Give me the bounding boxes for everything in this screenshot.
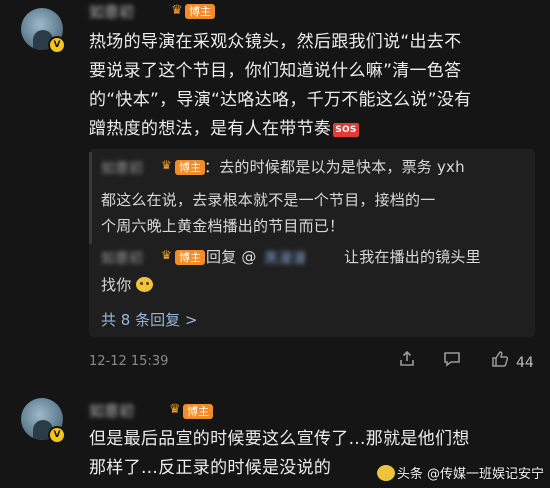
reply-text: 都这么在说，去录根本就不是一个节目，接档的一 xyxy=(101,191,436,209)
comment-text-tail: 那样了…反正录的时候是没说的 xyxy=(89,458,332,478)
comment-icon[interactable] xyxy=(443,350,461,372)
share-icon[interactable] xyxy=(398,350,416,372)
timestamp: 12-12 15:39 xyxy=(89,354,169,369)
blogger-tag: 博主 xyxy=(175,160,205,175)
blogger-tag: 博主 xyxy=(183,404,213,419)
username[interactable]: 如意初 xyxy=(89,1,134,22)
username[interactable]: 如意初 xyxy=(89,400,134,421)
reply-text: 让我在播出的镜头里 xyxy=(344,248,481,266)
like-count: 44 xyxy=(516,355,534,371)
verified-badge-icon: V xyxy=(48,36,66,54)
reply-text: 个周六晚上黄金档播出的节目而已！ xyxy=(101,217,345,235)
watermark: 头条 @传媒一班娱记安宁 xyxy=(376,463,544,482)
comment-line: 的“快本”，导演“达咯达咯，千万不能这么说”没有 xyxy=(89,90,472,110)
verified-badge-icon: V xyxy=(48,426,66,444)
comment-text: 热场的导演在采观众镜头，然后跟我们说“出去不 要说录了这个节目，你们知道说什么嘛… xyxy=(89,28,539,144)
watermark-text: 头条 @传媒一班娱记安宁 xyxy=(396,467,544,482)
comment-line: 蹭热度的想法，是有人在带节奏 SOS xyxy=(89,115,539,144)
like-icon[interactable] xyxy=(491,350,509,372)
mention-link[interactable]: 黑漫漫 xyxy=(264,248,306,268)
reply-username[interactable]: 如意初 xyxy=(101,158,143,178)
reply-text: 找你 xyxy=(101,272,154,298)
reply-username[interactable]: 如意初 xyxy=(101,248,143,268)
crown-icon: ♛ xyxy=(161,248,172,262)
crown-icon: ♛ xyxy=(161,158,172,172)
quote-bar xyxy=(89,152,92,244)
doge-emoji-icon xyxy=(136,277,154,292)
crown-icon: ♛ xyxy=(171,3,183,18)
comment-line: 热场的导演在采观众镜头，然后跟我们说“出去不 xyxy=(89,32,462,52)
comment-text: 但是最后品宣的时候要这么宣传了…那就是他们想 xyxy=(89,429,470,449)
comment-line-text: 蹭热度的想法，是有人在带节奏 xyxy=(89,119,332,139)
sos-emoji-icon: SOS xyxy=(333,123,359,137)
more-replies-link[interactable]: 共 8 条回复 > xyxy=(101,309,197,330)
blogger-tag: 博主 xyxy=(185,4,215,19)
blogger-tag: 博主 xyxy=(175,250,205,265)
comment-line: 要说录了这个节目，你们知道说什么嘛”清一色答 xyxy=(89,61,462,81)
reply-prefix: 回复 @ xyxy=(206,248,257,266)
reply-text-tail: 找你 xyxy=(101,276,132,294)
comment-text: 那样了…反正录的时候是没说的 xyxy=(89,454,331,483)
reply-text: ：去的时候都是以为是快本，票务 yxh xyxy=(204,158,465,176)
doge-emoji-icon xyxy=(376,465,395,481)
crown-icon: ♛ xyxy=(169,402,181,417)
